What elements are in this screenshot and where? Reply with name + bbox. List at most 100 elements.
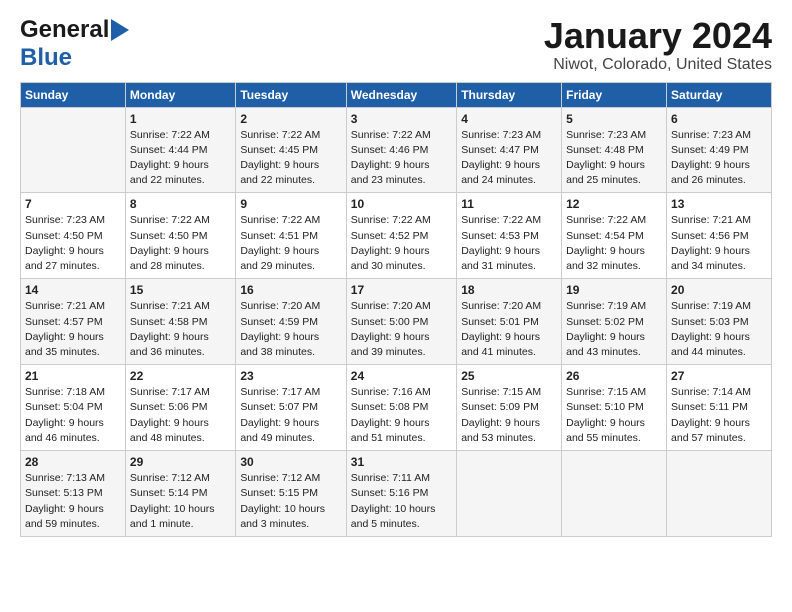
day-number: 25 xyxy=(461,369,557,383)
calendar-cell: 30Sunrise: 7:12 AMSunset: 5:15 PMDayligh… xyxy=(236,451,346,537)
cell-content: Sunrise: 7:12 AMSunset: 5:15 PMDaylight:… xyxy=(240,471,341,532)
cell-line: Sunset: 4:59 PM xyxy=(240,316,318,328)
cell-line: Sunrise: 7:13 AM xyxy=(25,472,105,484)
cell-content: Sunrise: 7:14 AMSunset: 5:11 PMDaylight:… xyxy=(671,385,767,446)
cell-content: Sunrise: 7:21 AMSunset: 4:58 PMDaylight:… xyxy=(130,299,231,360)
cell-line: and 22 minutes. xyxy=(130,174,205,186)
day-number: 1 xyxy=(130,112,231,126)
cell-line: Sunrise: 7:15 AM xyxy=(461,386,541,398)
cell-line: Sunset: 4:49 PM xyxy=(671,144,749,156)
cell-line: and 31 minutes. xyxy=(461,260,536,272)
cell-line: Sunrise: 7:11 AM xyxy=(351,472,430,484)
calendar-cell: 6Sunrise: 7:23 AMSunset: 4:49 PMDaylight… xyxy=(667,107,772,193)
header-cell-thursday: Thursday xyxy=(457,82,562,107)
cell-line: Sunset: 5:01 PM xyxy=(461,316,539,328)
cell-line: Daylight: 9 hours xyxy=(240,417,319,429)
day-number: 26 xyxy=(566,369,662,383)
week-row-1: 1 Sunrise: 7:22 AMSunset: 4:44 PMDaylight… xyxy=(21,107,772,193)
cell-line: and 41 minutes. xyxy=(461,346,536,358)
header-cell-monday: Monday xyxy=(125,82,235,107)
cell-line: Sunset: 4:54 PM xyxy=(566,230,644,242)
day-number: 27 xyxy=(671,369,767,383)
header: General Blue January 2024 Niwot, Colorad… xyxy=(20,16,772,74)
cell-line: Sunrise: 7:12 AM xyxy=(130,472,210,484)
cell-line: and 53 minutes. xyxy=(461,432,536,444)
day-number: 9 xyxy=(240,197,341,211)
cell-line: and 44 minutes. xyxy=(671,346,746,358)
day-number: 31 xyxy=(351,455,452,469)
calendar-cell: 18Sunrise: 7:20 AMSunset: 5:01 PMDayligh… xyxy=(457,279,562,365)
cell-content: Sunrise: 7:15 AMSunset: 5:10 PMDaylight:… xyxy=(566,385,662,446)
cell-line: and 25 minutes. xyxy=(566,174,641,186)
cell-line: Sunrise: 7:23 AM xyxy=(461,129,541,141)
cell-line: Sunrise: 7:21 AM xyxy=(25,300,105,312)
calendar-cell: 16Sunrise: 7:20 AMSunset: 4:59 PMDayligh… xyxy=(236,279,346,365)
cell-line: Daylight: 9 hours xyxy=(130,417,209,429)
cell-line: and 3 minutes. xyxy=(240,518,309,530)
week-row-4: 21 Sunrise: 7:18 AMSunset: 5:04 PMDayligh… xyxy=(21,365,772,451)
cell-line: Daylight: 9 hours xyxy=(566,417,645,429)
cell-content: Sunrise: 7:13 AMSunset: 5:13 PMDaylight:… xyxy=(25,471,121,532)
cell-content: Sunrise: 7:22 AMSunset: 4:51 PMDaylight:… xyxy=(240,213,341,274)
cell-line: Sunset: 5:16 PM xyxy=(351,487,429,499)
cell-content: Sunrise: 7:21 AMSunset: 4:57 PMDaylight:… xyxy=(25,299,121,360)
calendar-table: SundayMondayTuesdayWednesdayThursdayFrid… xyxy=(20,82,772,537)
logo-blue: Blue xyxy=(20,44,72,72)
calendar-cell: 25Sunrise: 7:15 AMSunset: 5:09 PMDayligh… xyxy=(457,365,562,451)
cell-content: Sunrise: 7:18 AMSunset: 5:04 PMDaylight:… xyxy=(25,385,121,446)
cell-line: and 35 minutes. xyxy=(25,346,100,358)
calendar-cell: 17Sunrise: 7:20 AMSunset: 5:00 PMDayligh… xyxy=(346,279,456,365)
cell-line: Sunrise: 7:12 AM xyxy=(240,472,320,484)
calendar-cell xyxy=(667,451,772,537)
cell-line: Sunset: 5:10 PM xyxy=(566,401,644,413)
cell-line: Daylight: 9 hours xyxy=(566,159,645,171)
calendar-cell: 12Sunrise: 7:22 AMSunset: 4:54 PMDayligh… xyxy=(562,193,667,279)
logo-line2: Blue xyxy=(20,44,72,72)
cell-line: Sunrise: 7:16 AM xyxy=(351,386,431,398)
day-number: 22 xyxy=(130,369,231,383)
cell-line: and 30 minutes. xyxy=(351,260,426,272)
calendar-cell: 15Sunrise: 7:21 AMSunset: 4:58 PMDayligh… xyxy=(125,279,235,365)
cell-line: Sunrise: 7:21 AM xyxy=(671,214,751,226)
cell-line: Sunset: 4:50 PM xyxy=(130,230,208,242)
cell-content: Sunrise: 7:19 AMSunset: 5:03 PMDaylight:… xyxy=(671,299,767,360)
cell-content: Sunrise: 7:22 AMSunset: 4:44 PMDaylight:… xyxy=(130,128,231,189)
calendar-cell: 28 Sunrise: 7:13 AMSunset: 5:13 PMDayligh… xyxy=(21,451,126,537)
day-number: 28 xyxy=(25,455,121,469)
day-number: 21 xyxy=(25,369,121,383)
cell-line: Daylight: 9 hours xyxy=(25,417,104,429)
cell-line: Sunset: 4:53 PM xyxy=(461,230,539,242)
cell-line: Sunset: 5:02 PM xyxy=(566,316,644,328)
cell-line: and 26 minutes. xyxy=(671,174,746,186)
day-number: 17 xyxy=(351,283,452,297)
cell-line: Daylight: 9 hours xyxy=(25,245,104,257)
cell-content: Sunrise: 7:23 AMSunset: 4:48 PMDaylight:… xyxy=(566,128,662,189)
cell-line: Daylight: 9 hours xyxy=(671,159,750,171)
cell-line: Sunrise: 7:23 AM xyxy=(566,129,646,141)
header-cell-saturday: Saturday xyxy=(667,82,772,107)
week-row-2: 7Sunrise: 7:23 AMSunset: 4:50 PMDaylight… xyxy=(21,193,772,279)
cell-line: and 23 minutes. xyxy=(351,174,426,186)
cell-content: Sunrise: 7:20 AMSunset: 4:59 PMDaylight:… xyxy=(240,299,341,360)
cell-line: Sunset: 5:07 PM xyxy=(240,401,318,413)
calendar-cell: 10Sunrise: 7:22 AMSunset: 4:52 PMDayligh… xyxy=(346,193,456,279)
title-block: January 2024 Niwot, Colorado, United Sta… xyxy=(544,16,772,74)
cell-line: Daylight: 9 hours xyxy=(461,245,540,257)
cell-content: Sunrise: 7:22 AMSunset: 4:46 PMDaylight:… xyxy=(351,128,452,189)
cell-line: Sunset: 4:45 PM xyxy=(240,144,318,156)
cell-line: Daylight: 9 hours xyxy=(240,331,319,343)
day-number: 14 xyxy=(25,283,121,297)
cell-content: Sunrise: 7:23 AMSunset: 4:47 PMDaylight:… xyxy=(461,128,557,189)
cell-line: Daylight: 9 hours xyxy=(240,245,319,257)
calendar-cell: 31Sunrise: 7:11 AMSunset: 5:16 PMDayligh… xyxy=(346,451,456,537)
cell-content: Sunrise: 7:22 AMSunset: 4:54 PMDaylight:… xyxy=(566,213,662,274)
calendar-cell xyxy=(21,107,126,193)
cell-line: and 22 minutes. xyxy=(240,174,315,186)
calendar-cell: 26 Sunrise: 7:15 AMSunset: 5:10 PMDayligh… xyxy=(562,365,667,451)
cell-line: and 49 minutes. xyxy=(240,432,315,444)
calendar-cell: 19Sunrise: 7:19 AMSunset: 5:02 PMDayligh… xyxy=(562,279,667,365)
day-number: 6 xyxy=(671,112,767,126)
page-title: January 2024 xyxy=(544,16,772,56)
day-number: 13 xyxy=(671,197,767,211)
cell-line: Daylight: 9 hours xyxy=(130,159,209,171)
